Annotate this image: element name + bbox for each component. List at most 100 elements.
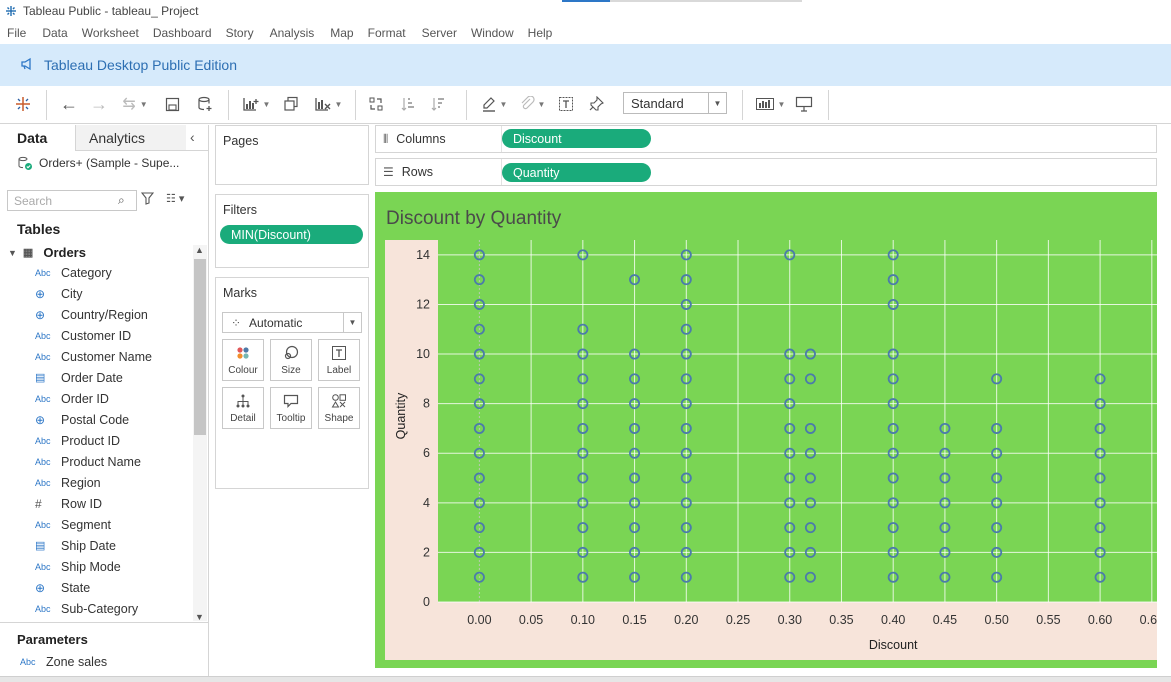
rows-shelf-label: ☰ Rows (383, 159, 433, 185)
menu-server[interactable]: Server (422, 26, 457, 40)
field-city[interactable]: ⊕ City (35, 283, 83, 304)
sort-descending-icon[interactable] (428, 94, 448, 114)
colour-button[interactable]: Colour (222, 339, 264, 381)
title-progress-track (610, 0, 802, 2)
toolbar: ← → ⇆ ▼ ▼ ▼ ▼ ▼ ▼ (0, 86, 1171, 124)
swap-rows-columns-icon[interactable] (366, 94, 386, 114)
datasource-item[interactable]: Orders+ (Sample - Supe... (17, 155, 179, 171)
collapse-pane-icon[interactable]: ‹ (190, 129, 195, 145)
filter-pill-min-discount[interactable]: MIN(Discount) (220, 225, 363, 244)
menu-data[interactable]: Data (42, 26, 67, 40)
duplicate-sheet-icon[interactable] (280, 94, 302, 114)
rows-icon: ☰ (383, 165, 394, 179)
redo-icon[interactable]: → (88, 94, 110, 114)
scroll-down-icon[interactable]: ▼ (195, 612, 204, 622)
abc-string-icon: Abc (35, 330, 51, 341)
globe-icon: ⊕ (35, 286, 46, 301)
field-order-id[interactable]: Abc Order ID (35, 388, 109, 409)
field-category[interactable]: Abc Category (35, 262, 112, 283)
size-label: Size (281, 364, 301, 376)
calendar-icon: ▤ (35, 372, 46, 384)
edition-banner-text: Tableau Desktop Public Edition (44, 57, 238, 73)
columns-shelf[interactable]: ⦀ Columns (375, 125, 1157, 153)
presentation-mode-icon[interactable] (794, 94, 814, 114)
field-postal-code[interactable]: ⊕ Postal Code (35, 409, 129, 430)
menu-window[interactable]: Window (471, 26, 514, 40)
save-icon[interactable] (162, 94, 182, 114)
new-worksheet-icon[interactable]: ▼ (238, 94, 274, 114)
field-label: Region (61, 475, 101, 490)
table-orders[interactable]: ▼ ▦ Orders (8, 245, 86, 260)
x-tick-label: 0.45 (933, 613, 957, 627)
field-product-name[interactable]: Abc Product Name (35, 451, 141, 472)
menu-map[interactable]: Map (330, 26, 353, 40)
tables-heading: Tables (17, 221, 61, 237)
field-customer-name[interactable]: Abc Customer Name (35, 346, 152, 367)
field-state[interactable]: ⊕ State (35, 577, 90, 598)
field-ship-date[interactable]: ▤ Ship Date (35, 535, 116, 556)
x-tick-label: 0.50 (984, 613, 1008, 627)
replace-data-icon[interactable]: ⇆ ▼ (118, 94, 152, 114)
tooltip-button[interactable]: Tooltip (270, 387, 312, 429)
tooltip-label: Tooltip (276, 412, 306, 424)
label-button[interactable]: Label (318, 339, 360, 381)
columns-shelf-label: ⦀ Columns (383, 126, 446, 152)
highlight-icon[interactable]: ▼ (476, 94, 512, 114)
rows-shelf[interactable]: ☰ Rows (375, 158, 1157, 186)
field-sub-category[interactable]: Abc Sub-Category (35, 598, 138, 619)
detail-button[interactable]: Detail (222, 387, 264, 429)
x-tick-label: 0.05 (519, 613, 543, 627)
group-members-icon[interactable]: ▼ (514, 94, 550, 114)
scroll-up-icon[interactable]: ▲ (195, 245, 204, 255)
scatter-chart[interactable]: 0.00 0.05 0.10 0.15 0.20 0.25 0.30 0.35 0.40 0.45… (375, 192, 1157, 668)
table-orders-label: Orders (43, 245, 86, 260)
fit-select[interactable]: Standard ▼ (623, 92, 727, 114)
field-ship-mode[interactable]: Abc Ship Mode (35, 556, 121, 577)
field-label: Ship Mode (61, 559, 121, 574)
shape-button[interactable]: Shape (318, 387, 360, 429)
field-country-region[interactable]: ⊕ Country/Region (35, 304, 148, 325)
search-input[interactable]: Search ⌕ (7, 190, 137, 211)
menu-dashboard[interactable]: Dashboard (153, 26, 212, 40)
size-icon (283, 345, 299, 363)
tab-data[interactable]: Data (0, 125, 76, 151)
field-row-id[interactable]: # Row ID (35, 493, 102, 514)
rows-pill-quantity[interactable]: Quantity (502, 163, 651, 182)
menu-file[interactable]: File (7, 26, 26, 40)
filter-fields-icon[interactable] (140, 192, 155, 208)
show-mark-labels-icon[interactable] (556, 94, 576, 114)
tab-analytics[interactable]: Analytics (76, 125, 186, 150)
columns-pill-discount[interactable]: Discount (502, 129, 651, 148)
new-data-source-icon[interactable] (194, 94, 216, 114)
y-tick-label: 4 (423, 496, 430, 510)
globe-icon: ⊕ (35, 580, 46, 595)
marks-label: Marks (223, 286, 258, 300)
menu-help[interactable]: Help (528, 26, 553, 40)
field-label: City (61, 286, 83, 301)
mark-type-select[interactable]: ⁘ Automatic ▼ (222, 312, 362, 333)
menu-worksheet[interactable]: Worksheet (82, 26, 139, 40)
abc-string-icon: Abc (35, 351, 51, 362)
view-options-icon[interactable]: ☷ ▾ (166, 192, 184, 205)
pages-shelf[interactable]: Pages (215, 125, 369, 185)
field-region[interactable]: Abc Region (35, 472, 101, 493)
fields-scrollbar-thumb[interactable] (194, 259, 206, 435)
label-icon (331, 345, 347, 363)
field-order-date[interactable]: ▤ Order Date (35, 367, 123, 388)
clear-sheet-icon[interactable]: ▼ (310, 94, 346, 114)
menu-format[interactable]: Format (368, 26, 406, 40)
menu-story[interactable]: Story (226, 26, 254, 40)
chevron-down-icon: ▼ (8, 247, 17, 258)
show-me-icon[interactable]: ▼ (752, 94, 788, 114)
undo-icon[interactable]: ← (58, 94, 80, 114)
fix-axes-pin-icon[interactable] (586, 94, 606, 114)
menu-analysis[interactable]: Analysis (270, 26, 315, 40)
abc-string-icon: Abc (20, 657, 36, 667)
field-product-id[interactable]: Abc Product ID (35, 430, 120, 451)
size-button[interactable]: Size (270, 339, 312, 381)
field-segment[interactable]: Abc Segment (35, 514, 111, 535)
parameter-zone-sales[interactable]: Abc Zone sales (20, 655, 107, 669)
tableau-home-icon[interactable] (12, 94, 34, 114)
field-customer-id[interactable]: Abc Customer ID (35, 325, 131, 346)
sort-ascending-icon[interactable] (398, 94, 418, 114)
